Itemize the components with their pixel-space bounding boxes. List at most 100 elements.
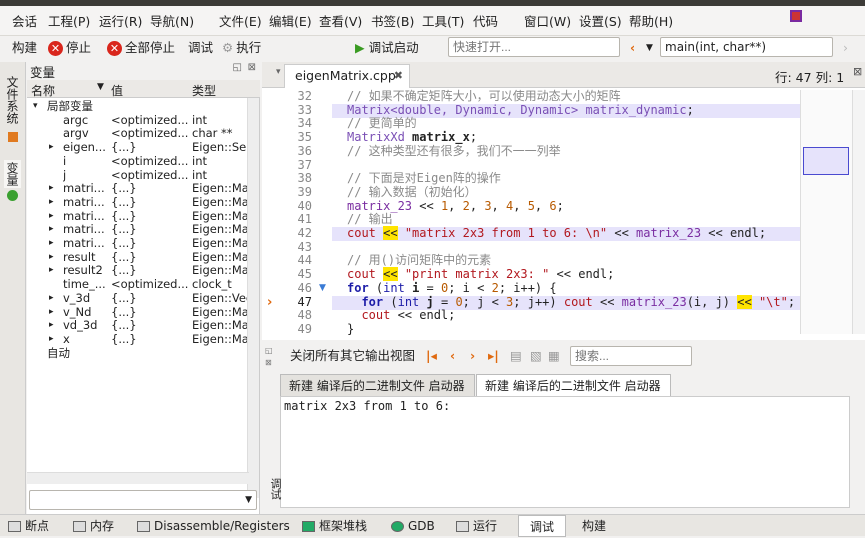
function-locator[interactable]: main(int, char**) xyxy=(660,37,833,57)
tab-build[interactable]: 构建 xyxy=(582,515,606,537)
execute-button[interactable]: ⚙ 执行 xyxy=(222,38,261,58)
column-value[interactable]: 值 xyxy=(111,82,123,99)
code-line[interactable]: // 下面是对Eigen阵的操作 xyxy=(347,171,501,186)
prev-item-icon[interactable]: ‹ xyxy=(450,345,455,367)
variable-row[interactable]: argv <optimized... char ** xyxy=(27,127,260,141)
expander-icon[interactable]: ▾ xyxy=(33,100,43,114)
output-search-input[interactable] xyxy=(570,346,692,366)
float-icon[interactable]: ◱ xyxy=(265,346,273,355)
variable-row[interactable]: i <optimized... int xyxy=(27,155,260,169)
last-item-icon[interactable]: ▸| xyxy=(488,345,499,367)
copy-icon[interactable]: ▤ xyxy=(510,345,522,367)
expander-icon[interactable]: ▸ xyxy=(49,210,59,224)
editor-scrollbar[interactable] xyxy=(852,90,865,334)
expander-icon[interactable]: ▸ xyxy=(49,223,59,237)
tab-breakpoints[interactable]: 断点 xyxy=(8,515,49,537)
tab-debug[interactable]: 调试 xyxy=(518,515,566,537)
code-line[interactable]: cout << "print matrix 2x3: " << endl; xyxy=(347,267,614,282)
output-text[interactable]: matrix 2x3 from 1 to 6: xyxy=(280,396,850,508)
variable-row[interactable]: ▸ eigen... {...} Eigen::Self... xyxy=(27,141,260,155)
tab-memory[interactable]: 内存 xyxy=(73,515,114,537)
menu-help[interactable]: 帮助(H) xyxy=(629,11,673,30)
debug-button[interactable]: 调试 xyxy=(188,38,213,58)
quick-open-input[interactable] xyxy=(448,37,620,57)
variable-row[interactable]: argc <optimized... int xyxy=(27,114,260,128)
expander-icon[interactable]: ▸ xyxy=(49,306,59,320)
code-line[interactable]: for (int i = 0; i < 2; i++) { xyxy=(347,281,557,296)
variables-filter-combo[interactable]: ▼ xyxy=(29,490,257,510)
tab-menu-icon[interactable]: ▾ xyxy=(276,67,281,77)
close-other-views-button[interactable]: 关闭所有其它输出视图 xyxy=(290,345,415,367)
expander-icon[interactable]: ▸ xyxy=(49,319,59,333)
code-line[interactable]: cout << "matrix 2x3 from 1 to 6: \n" << … xyxy=(347,226,766,241)
code-line[interactable]: MatrixXd matrix_x; xyxy=(347,130,477,145)
menu-navigate[interactable]: 导航(N) xyxy=(150,11,194,30)
first-item-icon[interactable]: |◂ xyxy=(426,345,437,367)
expander-icon[interactable]: ▸ xyxy=(49,292,59,306)
menu-bookmarks[interactable]: 书签(B) xyxy=(371,11,414,30)
code-line[interactable]: // 输入数据（初始化） xyxy=(347,185,477,200)
back-arrow-icon[interactable]: ‹ xyxy=(630,38,635,58)
tab-frame-stack[interactable]: 框架堆栈 xyxy=(302,515,367,537)
variable-row[interactable]: ▸ result {...} Eigen::Matr... xyxy=(27,251,260,265)
menu-settings[interactable]: 设置(S) xyxy=(579,11,622,30)
variable-row[interactable]: ▸ v_Nd {...} Eigen::Matr... xyxy=(27,306,260,320)
tab-eigenmatrix[interactable]: eigenMatrix.cpp ✖ xyxy=(284,64,410,88)
code-line[interactable]: // 如果不确定矩阵大小，可以使用动态大小的矩阵 xyxy=(347,89,621,104)
variable-row[interactable]: 自动 xyxy=(27,347,260,361)
code-line[interactable]: for (int j = 0; j < 3; j++) cout << matr… xyxy=(347,294,795,310)
output-tab-2[interactable]: 新建 编译后的二进制文件 启动器 xyxy=(476,374,671,396)
variable-row[interactable]: time_... <optimized... clock_t xyxy=(27,278,260,292)
close-icon[interactable]: ⊠ xyxy=(248,62,256,73)
output-tab-1[interactable]: 新建 编译后的二进制文件 启动器 xyxy=(280,374,475,396)
variable-row[interactable]: j <optimized... int xyxy=(27,169,260,183)
expander-icon[interactable]: ▸ xyxy=(49,196,59,210)
close-editor-icon[interactable]: ⊠ xyxy=(853,65,862,78)
menu-session[interactable]: 会话 xyxy=(12,11,37,30)
code-line[interactable]: cout << endl; xyxy=(347,308,455,323)
menu-edit[interactable]: 编辑(E) xyxy=(269,11,312,30)
stop-all-button[interactable]: ✕ 全部停止 xyxy=(107,38,175,58)
chevron-down-icon[interactable]: ▼ xyxy=(646,38,653,58)
menu-code[interactable]: 代码 xyxy=(473,11,498,30)
menu-view[interactable]: 查看(V) xyxy=(319,11,362,30)
menu-tools[interactable]: 工具(T) xyxy=(422,11,464,30)
expander-icon[interactable]: ▸ xyxy=(49,141,59,155)
tab-filesystem[interactable]: 文件系统 xyxy=(4,76,21,124)
variable-row[interactable]: ▸ matri... {...} Eigen::Matr... xyxy=(27,237,260,251)
select-all-icon[interactable]: ▦ xyxy=(548,345,560,367)
code-line[interactable]: // 输出 xyxy=(347,212,393,227)
variable-row[interactable]: ▾ 局部变量 xyxy=(27,100,260,114)
variable-row[interactable]: ▸ result2 {...} Eigen::Matr... xyxy=(27,264,260,278)
variable-row[interactable]: ▸ vd_3d {...} Eigen::Matr... xyxy=(27,319,260,333)
variable-row[interactable]: ▸ matri... {...} Eigen::Matr... xyxy=(27,182,260,196)
variables-horizontal-scrollbar[interactable] xyxy=(27,472,249,484)
menu-file[interactable]: 文件(E) xyxy=(219,11,262,30)
variable-row[interactable]: ▸ v_3d {...} Eigen::Vect... xyxy=(27,292,260,306)
close-icon[interactable]: ⊠ xyxy=(265,358,272,367)
variable-row[interactable]: ▸ matri... {...} Eigen::Matr... xyxy=(27,196,260,210)
variable-row[interactable]: ▸ matri... {...} Eigen::Matr... xyxy=(27,210,260,224)
build-button[interactable]: 构建 xyxy=(12,38,37,58)
tab-variables[interactable]: 变量 xyxy=(4,160,21,188)
expander-icon[interactable]: ▸ xyxy=(49,264,59,278)
variable-row[interactable]: ▸ matri... {...} Eigen::Matr... xyxy=(27,223,260,237)
close-tab-icon[interactable]: ✖ xyxy=(394,65,403,87)
debug-launch-button[interactable]: ▶ 调试启动 xyxy=(355,38,419,58)
expander-icon[interactable]: ▸ xyxy=(49,333,59,347)
code-line[interactable]: // 用()访问矩阵中的元素 xyxy=(347,254,491,268)
variable-row[interactable]: ▸ x {...} Eigen::Matr... xyxy=(27,333,260,347)
column-type[interactable]: 类型 xyxy=(192,82,216,99)
tab-run[interactable]: 运行 xyxy=(456,515,497,537)
fold-marker-icon[interactable]: ▼ xyxy=(319,283,326,293)
variables-vertical-scrollbar[interactable] xyxy=(247,98,259,498)
expander-icon[interactable]: ▸ xyxy=(49,251,59,265)
next-item-icon[interactable]: › xyxy=(470,345,475,367)
code-line[interactable]: // 这种类型还有很多，我们不一一列举 xyxy=(347,144,561,159)
forward-arrow-icon[interactable]: › xyxy=(843,38,848,58)
menu-window[interactable]: 窗口(W) xyxy=(524,11,571,30)
expander-icon[interactable]: ▸ xyxy=(49,237,59,251)
minimap-viewport[interactable] xyxy=(803,147,849,175)
editor-minimap[interactable] xyxy=(800,90,852,334)
float-icon[interactable]: ◱ xyxy=(233,62,242,73)
